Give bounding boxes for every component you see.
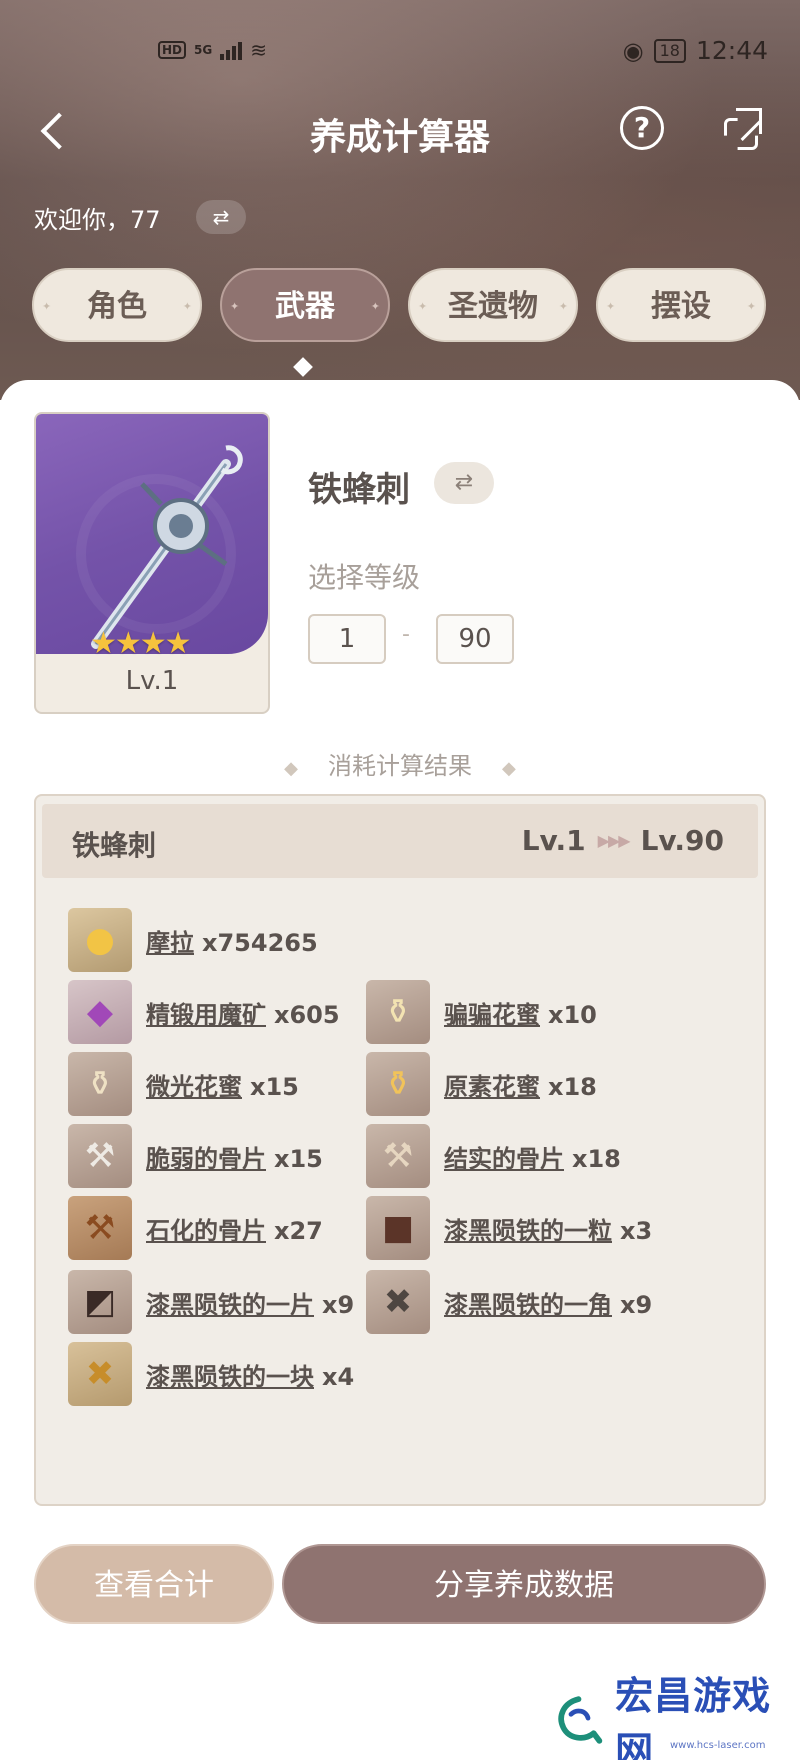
material-count: x27	[274, 1216, 323, 1245]
material-item[interactable]: ◆ 精锻用魔矿 x605	[68, 980, 340, 1044]
material-name[interactable]: 骗骗花蜜	[444, 1001, 540, 1029]
tab-furnishing[interactable]: 摆设	[596, 268, 766, 344]
view-total-button[interactable]: 查看合计	[34, 1544, 274, 1624]
mystic-ore-icon: ◆	[68, 980, 132, 1044]
material-count: x754265	[202, 928, 318, 957]
tab-weapon[interactable]: 武器	[220, 268, 390, 344]
weapon-name: 铁蜂刺	[308, 470, 410, 510]
material-name[interactable]: 漆黑陨铁的一片	[146, 1291, 314, 1319]
meteorite-piece-icon: ◩	[68, 1270, 132, 1334]
hd-badge: HD	[158, 41, 187, 59]
material-count: x15	[274, 1144, 323, 1173]
result-section-header: ◆ 消耗计算结果 ◆	[0, 746, 800, 781]
page-title: 养成计算器	[309, 117, 490, 158]
wifi-icon: ≋	[250, 38, 267, 62]
diamond-icon: ◆	[284, 758, 298, 779]
material-count: x15	[250, 1072, 299, 1101]
help-icon[interactable]: ?	[620, 106, 664, 150]
weapon-image	[36, 414, 268, 654]
material-item[interactable]: ● 摩拉 x754265	[68, 908, 318, 972]
result-panel: 铁蜂刺 Lv.1 ▶▶▶ Lv.90 ● 摩拉 x754265 ◆ 精锻用魔矿 x6…	[34, 794, 766, 1506]
rarity-stars: ★★★★	[90, 626, 192, 661]
level-from-input[interactable]: 1	[308, 614, 386, 664]
watermark-site: www.hcs-laser.com	[670, 1740, 766, 1751]
weapon-card[interactable]: ★★★★ Lv.1	[34, 412, 270, 714]
switch-weapon-icon[interactable]: ⇄	[434, 462, 494, 504]
brand-logo-icon	[558, 1696, 603, 1744]
welcome-text: 欢迎你，77	[34, 206, 161, 234]
material-name[interactable]: 脆弱的骨片	[146, 1145, 266, 1173]
to-level: Lv.90	[640, 824, 724, 857]
material-item[interactable]: ✖ 漆黑陨铁的一块 x4	[68, 1342, 354, 1406]
material-count: x605	[274, 1000, 340, 1029]
material-name[interactable]: 微光花蜜	[146, 1073, 242, 1101]
share-data-button[interactable]: 分享养成数据	[282, 1544, 766, 1624]
material-count: x10	[548, 1000, 597, 1029]
material-count: x18	[548, 1072, 597, 1101]
material-count: x3	[620, 1216, 653, 1245]
result-section-title: 消耗计算结果	[328, 752, 472, 780]
status-bar: HD 5G ≋ ◉ 18 12:44	[0, 36, 800, 66]
energy-nectar-icon: ⚱	[366, 1052, 430, 1116]
fossilized-bone-icon: ⚒	[68, 1196, 132, 1260]
network-type: 5G	[194, 43, 213, 57]
material-name[interactable]: 原素花蜜	[444, 1073, 540, 1101]
material-item[interactable]: ⚱ 原素花蜜 x18	[366, 1052, 597, 1116]
battery-indicator: 18	[653, 38, 686, 63]
material-item[interactable]: ⚒ 脆弱的骨片 x15	[68, 1124, 323, 1188]
material-name[interactable]: 漆黑陨铁的一角	[444, 1291, 612, 1319]
material-name[interactable]: 摩拉	[146, 929, 194, 957]
shimmering-nectar-icon: ⚱	[68, 1052, 132, 1116]
material-count: x4	[322, 1362, 355, 1391]
share-icon[interactable]	[722, 108, 766, 152]
material-count: x18	[572, 1144, 621, 1173]
material-count: x9	[620, 1290, 653, 1319]
clock: 12:44	[695, 36, 768, 65]
material-item[interactable]: ◩ 漆黑陨铁的一片 x9	[68, 1270, 354, 1334]
material-name[interactable]: 精锻用魔矿	[146, 1001, 266, 1029]
switch-account-icon[interactable]: ⇄	[196, 200, 246, 234]
watermark: 宏昌游戏网 www.hcs-laser.com	[552, 1674, 800, 1760]
meteorite-grain-icon: ■	[366, 1196, 430, 1260]
result-title-bar: 铁蜂刺 Lv.1 ▶▶▶ Lv.90	[42, 804, 758, 878]
material-item[interactable]: ⚱ 微光花蜜 x15	[68, 1052, 299, 1116]
select-level-label: 选择等级	[308, 561, 421, 594]
material-name[interactable]: 石化的骨片	[146, 1217, 266, 1245]
nectar-bottle-icon: ⚱	[366, 980, 430, 1044]
fragile-bone-icon: ⚒	[68, 1124, 132, 1188]
result-weapon-name: 铁蜂刺	[72, 829, 157, 862]
tab-artifact[interactable]: 圣遗物	[408, 268, 578, 344]
material-name[interactable]: 结实的骨片	[444, 1145, 564, 1173]
material-name[interactable]: 漆黑陨铁的一粒	[444, 1217, 612, 1245]
from-level: Lv.1	[521, 824, 586, 857]
material-item[interactable]: ⚒ 结实的骨片 x18	[366, 1124, 621, 1188]
material-item[interactable]: ■ 漆黑陨铁的一粒 x3	[366, 1196, 652, 1260]
top-bar: 养成计算器 ?	[0, 96, 800, 166]
mora-coin-icon: ●	[68, 908, 132, 972]
tab-character[interactable]: 角色	[32, 268, 202, 344]
meteorite-block-icon: ✖	[68, 1342, 132, 1406]
eye-icon: ◉	[622, 36, 644, 65]
level-range-dash: -	[402, 622, 410, 647]
material-item[interactable]: ⚱ 骗骗花蜜 x10	[366, 980, 597, 1044]
signal-icon	[220, 40, 243, 60]
meteorite-chunk-icon: ✖	[366, 1270, 430, 1334]
material-item[interactable]: ✖ 漆黑陨铁的一角 x9	[366, 1270, 652, 1334]
material-item[interactable]: ⚒ 石化的骨片 x27	[68, 1196, 323, 1260]
sword-icon	[91, 445, 243, 649]
weapon-level-badge: Lv.1	[125, 666, 179, 696]
material-name[interactable]: 漆黑陨铁的一块	[146, 1363, 314, 1391]
diamond-icon: ◆	[502, 758, 516, 779]
level-to-input[interactable]: 90	[436, 614, 514, 664]
category-tabs: 角色 武器 圣遗物 摆设	[32, 268, 766, 344]
sturdy-bone-icon: ⚒	[366, 1124, 430, 1188]
material-count: x9	[322, 1290, 355, 1319]
arrows-icon: ▶▶▶	[597, 831, 631, 850]
